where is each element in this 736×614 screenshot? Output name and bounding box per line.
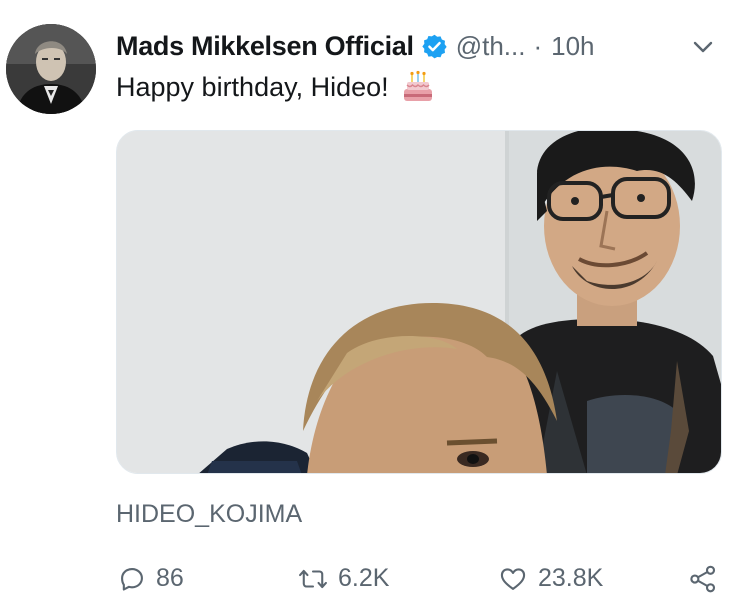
tweet-text: Happy birthday, Hideo! (116, 70, 435, 104)
birthday-cake-icon (401, 70, 435, 104)
like-button[interactable]: 23.8K (498, 564, 603, 593)
share-icon (690, 565, 716, 593)
tweet-time[interactable]: 10h (551, 31, 594, 62)
tweet-actions: 86 6.2K 23.8K (0, 560, 736, 604)
tweet-text-content: Happy birthday, Hideo! (116, 71, 389, 102)
share-button[interactable] (688, 564, 728, 594)
author-handle[interactable]: @th... (456, 31, 526, 62)
avatar[interactable] (6, 24, 96, 114)
separator-dot: · (533, 30, 543, 61)
photo-image (117, 131, 721, 473)
reply-icon (121, 567, 143, 591)
retweet-count: 6.2K (338, 564, 390, 592)
like-count: 23.8K (538, 564, 604, 592)
heart-icon (500, 567, 526, 590)
reply-button[interactable]: 86 (118, 564, 184, 593)
author-name[interactable]: Mads Mikkelsen Official (116, 31, 414, 62)
chevron-down-icon[interactable] (688, 32, 718, 62)
verified-badge-icon (421, 33, 448, 60)
retweet-icon (299, 569, 327, 588)
reply-count: 86 (156, 564, 184, 592)
tweet-header: Mads Mikkelsen Official @th... · 10h (116, 26, 720, 66)
tweet: Mads Mikkelsen Official @th... · 10h Hap… (0, 0, 736, 614)
tweet-media-photo[interactable] (116, 130, 722, 474)
media-source-caption[interactable]: HIDEO_KOJIMA (116, 500, 302, 529)
retweet-button[interactable]: 6.2K (298, 564, 389, 593)
avatar-photo (6, 24, 96, 114)
